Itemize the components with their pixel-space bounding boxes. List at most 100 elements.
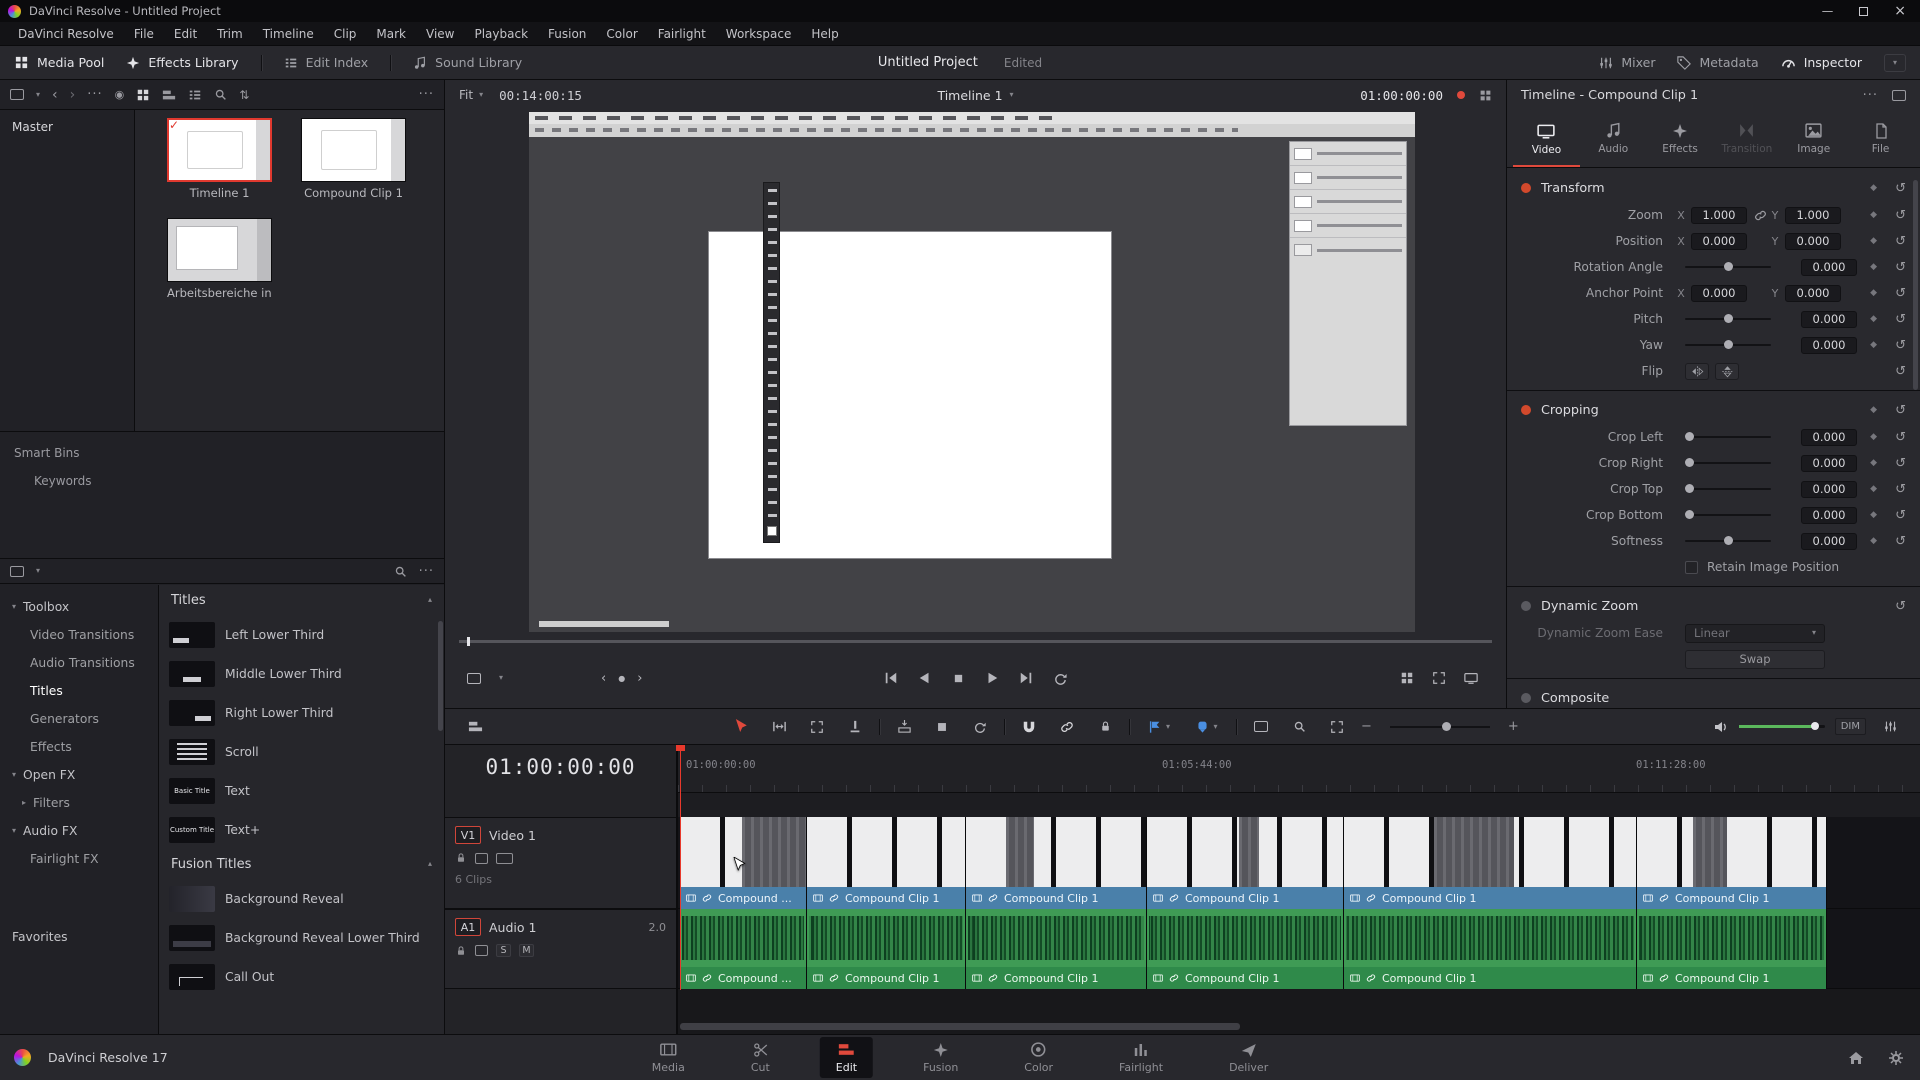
zoom-detail-button[interactable] <box>1285 715 1313 739</box>
anchor-y-value[interactable]: 0.000 <box>1785 284 1841 302</box>
safe-area-overlay-button[interactable] <box>467 672 481 684</box>
zoom-in-icon[interactable]: + <box>1508 719 1519 734</box>
keywords-label[interactable]: Keywords <box>0 460 444 488</box>
forward-button[interactable]: › <box>70 87 76 103</box>
page-tab-fusion[interactable]: Fusion <box>907 1038 974 1078</box>
auto-select-icon[interactable] <box>475 945 488 956</box>
menu-item-edit[interactable]: Edit <box>164 27 207 41</box>
sidebar-item-titles[interactable]: Titles <box>0 677 158 705</box>
media-clip-card-arbeitsbereiche[interactable]: Arbeitsbereiche in... <box>167 218 272 300</box>
reset-icon[interactable]: ↺ <box>1895 403 1906 418</box>
keyframe-icon[interactable]: ◆ <box>1870 340 1877 350</box>
sidebar-item-video-transitions[interactable]: Video Transitions <box>0 621 158 649</box>
overlay-chevron[interactable]: ▾ <box>499 674 503 682</box>
transform-enable-toggle[interactable] <box>1521 183 1531 193</box>
position-y-value[interactable]: 0.000 <box>1785 232 1841 250</box>
keyframe-icon[interactable]: ◆ <box>1870 484 1877 494</box>
menu-item-help[interactable]: Help <box>801 27 848 41</box>
menu-item-clip[interactable]: Clip <box>324 27 367 41</box>
titles-scrollbar[interactable] <box>438 621 443 731</box>
inspector-more-button[interactable]: ··· <box>1863 88 1878 103</box>
trim-edit-mode-button[interactable] <box>765 715 793 739</box>
metadata-toggle[interactable]: Metadata <box>1677 55 1759 70</box>
reset-icon[interactable]: ↺ <box>1895 430 1906 445</box>
sort-button[interactable]: ⇅ <box>239 88 249 102</box>
snapping-button[interactable] <box>1015 715 1043 739</box>
crop-right-slider[interactable] <box>1685 458 1771 467</box>
title-item-right-lower-third[interactable]: Right Lower Third <box>159 693 444 732</box>
page-tab-color[interactable]: Color <box>1008 1037 1069 1078</box>
reset-icon[interactable]: ↺ <box>1895 234 1906 249</box>
bin-panel-icon[interactable] <box>10 89 24 100</box>
sidebar-item-audio-transitions[interactable]: Audio Transitions <box>0 649 158 677</box>
composite-enable-toggle[interactable] <box>1521 693 1531 703</box>
camera-icon[interactable]: ◉ <box>115 88 125 101</box>
dim-button[interactable]: DIM <box>1834 718 1866 735</box>
cinema-viewer-button[interactable] <box>1464 671 1478 685</box>
flip-horizontal-button[interactable] <box>1685 362 1709 380</box>
workspace-chevron-button[interactable]: ▾ <box>1884 53 1906 72</box>
position-x-value[interactable]: 0.000 <box>1691 232 1747 250</box>
title-item-scroll[interactable]: Scroll <box>159 732 444 771</box>
tab-file[interactable]: File <box>1847 110 1914 167</box>
match-frame-button[interactable] <box>1432 671 1446 685</box>
crop-top-slider[interactable] <box>1685 484 1771 493</box>
open-fx-header[interactable]: ▾ Open FX <box>0 761 158 789</box>
page-tab-media[interactable]: Media <box>636 1037 701 1078</box>
more-button[interactable]: ··· <box>87 87 102 102</box>
track-enable-icon[interactable] <box>496 852 513 864</box>
effects-library-toggle[interactable]: Effects Library <box>126 55 239 70</box>
media-clip-card-timeline-1[interactable]: ✓ Timeline 1 <box>167 118 272 200</box>
timeline-video-clip[interactable]: Compound Clip 1 <box>1147 817 1344 909</box>
viewer-grid-icon[interactable] <box>1479 89 1492 102</box>
auto-select-icon[interactable] <box>475 852 488 864</box>
menu-item-timeline[interactable]: Timeline <box>253 27 324 41</box>
tab-transition[interactable]: Transition <box>1713 110 1780 167</box>
position-lock-button[interactable] <box>1091 715 1119 739</box>
sidebar-item-filters[interactable]: ▸ Filters <box>0 789 158 817</box>
timeline-mixer-toggle-button[interactable] <box>1876 715 1904 739</box>
media-clip-card-compound-clip-1[interactable]: Compound Clip 1 <box>301 118 406 200</box>
anchor-x-value[interactable]: 0.000 <box>1691 284 1747 302</box>
timeline-audio-clip[interactable]: Compound Clip 1 <box>966 909 1147 989</box>
flag-button[interactable]: ▾ <box>1140 715 1178 739</box>
overwrite-clip-button[interactable] <box>928 715 956 739</box>
reset-icon[interactable]: ↺ <box>1895 208 1906 223</box>
timeline-name-dropdown[interactable]: Timeline 1 ▾ <box>937 88 1013 103</box>
menu-item-playback[interactable]: Playback <box>464 27 538 41</box>
sidebar-item-fairlight-fx[interactable]: Fairlight FX <box>0 845 158 873</box>
mixer-toggle[interactable]: Mixer <box>1599 55 1655 70</box>
menu-item-mark[interactable]: Mark <box>366 27 416 41</box>
audio-track-badge[interactable]: A1 <box>455 918 481 936</box>
tab-video[interactable]: Video <box>1513 110 1580 167</box>
keyframe-icon[interactable]: ◆ <box>1870 314 1877 324</box>
timeline-audio-clip[interactable]: Compound Clip 1 <box>1344 909 1637 989</box>
timeline-video-clip[interactable]: Compound Clip 1 <box>1637 817 1827 909</box>
linked-selection-button[interactable] <box>1053 715 1081 739</box>
title-item-background-reveal[interactable]: Background Reveal <box>159 879 444 918</box>
video-track-header[interactable]: V1 Video 1 6 Clips <box>445 817 676 909</box>
zoom-full-extent-button[interactable] <box>1323 715 1351 739</box>
back-button[interactable]: ‹ <box>52 87 58 103</box>
close-button[interactable]: × <box>1894 3 1906 19</box>
playhead[interactable] <box>676 745 685 990</box>
timeline-timecode[interactable]: 01:00:00:00 <box>445 755 676 779</box>
stop-button[interactable] <box>952 672 965 685</box>
keyframe-icon[interactable]: ◆ <box>1870 183 1877 193</box>
goto-first-frame-button[interactable] <box>884 671 898 685</box>
edit-index-toggle[interactable]: Edit Index <box>284 55 368 70</box>
page-tab-edit[interactable]: Edit <box>819 1037 874 1078</box>
home-button[interactable] <box>1848 1050 1864 1066</box>
prev-marker-button[interactable]: ‹ <box>601 671 606 686</box>
timeline-video-clip[interactable]: Compound Clip 1 <box>966 817 1147 909</box>
menu-item-color[interactable]: Color <box>596 27 647 41</box>
timeline-h-scrollbar[interactable] <box>680 1023 1240 1030</box>
keyframe-icon[interactable]: ◆ <box>1870 405 1877 415</box>
timeline-video-clip[interactable]: Compound Clip 1 <box>807 817 966 909</box>
titles-header[interactable]: Titles ▴ <box>159 585 444 615</box>
inspector-scrollbar[interactable] <box>1913 180 1918 390</box>
page-tab-fairlight[interactable]: Fairlight <box>1103 1038 1179 1078</box>
loop-button[interactable] <box>1053 671 1068 686</box>
maximize-button[interactable] <box>1859 6 1869 16</box>
keyframe-icon[interactable]: ◆ <box>1870 288 1877 298</box>
